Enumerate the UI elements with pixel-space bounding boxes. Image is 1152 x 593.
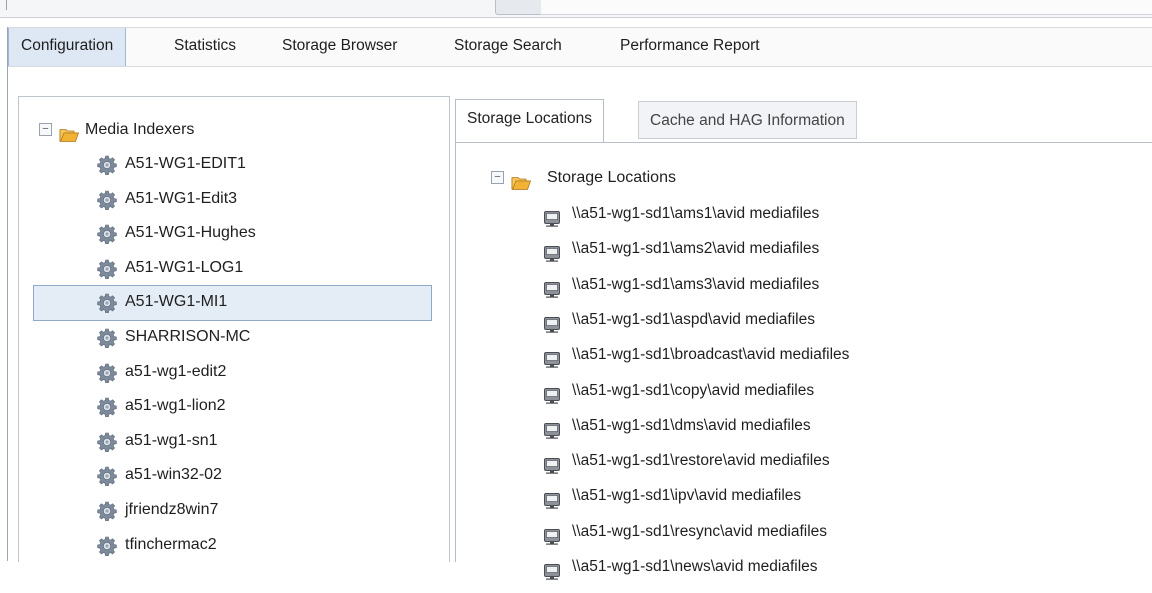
top-strip	[0, 0, 1152, 18]
network-drive-icon	[544, 347, 560, 363]
storage-location-item[interactable]: \\a51-wg1-sd1\aspd\avid mediafiles	[544, 303, 1104, 337]
top-field	[541, 0, 1152, 15]
tree-item-indexer[interactable]: a51-wg1-edit2	[97, 355, 427, 389]
folder-open-icon	[511, 170, 531, 186]
storage-location-item[interactable]: \\a51-wg1-sd1\ams2\avid mediafiles	[544, 232, 1104, 266]
storage-location-item[interactable]: \\a51-wg1-sd1\ams1\avid mediafiles	[544, 197, 1104, 231]
storage-location-item[interactable]: \\a51-wg1-sd1\ams3\avid mediafiles	[544, 268, 1104, 302]
tree-item-indexer[interactable]: jfriendz8win7	[97, 493, 427, 527]
gear-icon	[97, 535, 117, 555]
storage-location-path: \\a51-wg1-sd1\copy\avid mediafiles	[572, 381, 815, 399]
indexer-label: A51-WG1-MI1	[125, 293, 228, 311]
menu-performance-report[interactable]: Performance Report	[620, 28, 760, 66]
gear-icon	[97, 154, 117, 174]
storage-location-item[interactable]: \\a51-wg1-sd1\resync\avid mediafiles	[544, 515, 1104, 549]
indexer-label: A51-WG1-Hughes	[125, 224, 256, 242]
storage-location-path: \\a51-wg1-sd1\ams1\avid mediafiles	[572, 205, 820, 222]
gear-icon	[97, 465, 117, 485]
storage-location-item[interactable]: \\a51-wg1-sd1\copy\avid mediafiles	[544, 374, 1104, 408]
gear-icon	[97, 431, 117, 451]
network-drive-icon	[544, 488, 560, 504]
collapse-icon[interactable]: −	[39, 123, 52, 136]
tab-storage-locations[interactable]: Storage Locations	[455, 99, 604, 143]
storage-location-item[interactable]: \\a51-wg1-sd1\broadcast\avid mediafiles	[544, 338, 1104, 372]
menubar: Configuration Statistics Storage Browser…	[8, 27, 1152, 67]
tree-item-indexer[interactable]: a51-wg1-lion2	[97, 389, 427, 423]
storage-location-path: \\a51-wg1-sd1\broadcast\avid mediafiles	[572, 346, 850, 364]
window-left-border	[7, 27, 8, 561]
splitter-handle[interactable]	[495, 0, 543, 15]
storage-location-item[interactable]: \\a51-wg1-sd1\restore\avid mediafiles	[544, 444, 1104, 478]
storage-location-item[interactable]: \\a51-wg1-sd1\news\avid mediafiles	[544, 550, 1104, 584]
folder-open-icon	[59, 122, 79, 138]
indexer-label: SHARRISON-MC	[125, 328, 251, 345]
network-drive-icon	[544, 277, 560, 293]
network-drive-icon	[544, 206, 560, 222]
window-edge	[6, 0, 7, 10]
gear-icon	[97, 327, 117, 347]
media-indexers-panel: − Media Indexers A51-WG1-EDIT1 A51-WG1-Edit…	[18, 96, 450, 562]
network-drive-icon	[544, 241, 560, 257]
tree-item-indexer[interactable]: tfinchermac2	[97, 528, 427, 562]
tree-item-indexer[interactable]: A51-WG1-MI1	[97, 285, 427, 319]
network-drive-icon	[544, 383, 560, 399]
tab-cache-hag-information[interactable]: Cache and HAG Information	[638, 101, 857, 139]
gear-icon	[97, 292, 117, 312]
gear-icon	[97, 500, 117, 520]
storage-location-path: \\a51-wg1-sd1\ams3\avid mediafiles	[572, 275, 820, 293]
indexer-label: A51-WG1-LOG1	[125, 258, 244, 276]
tree-item-indexer[interactable]: A51-WG1-Hughes	[97, 216, 427, 250]
storage-root-label: Storage Locations	[547, 169, 676, 186]
tree-item-indexer[interactable]: A51-WG1-EDIT1	[97, 147, 427, 181]
storage-location-path: \\a51-wg1-sd1\aspd\avid mediafiles	[572, 310, 815, 328]
collapse-icon[interactable]: −	[491, 171, 504, 184]
tree-root-media-indexers[interactable]: − Media Indexers	[37, 113, 437, 147]
network-drive-icon	[544, 559, 560, 575]
indexer-label: a51-wg1-lion2	[125, 397, 226, 415]
network-drive-icon	[544, 524, 560, 540]
storage-location-path: \\a51-wg1-sd1\ipv\avid mediafiles	[572, 487, 802, 505]
menu-configuration[interactable]: Configuration	[8, 28, 127, 66]
storage-location-path: \\a51-wg1-sd1\news\avid mediafiles	[572, 558, 818, 575]
storage-location-item[interactable]: \\a51-wg1-sd1\dms\avid mediafiles	[544, 409, 1104, 443]
network-drive-icon	[544, 453, 560, 469]
storage-location-path: \\a51-wg1-sd1\dms\avid mediafiles	[572, 416, 811, 434]
menu-storage-browser[interactable]: Storage Browser	[282, 28, 397, 66]
menu-storage-search[interactable]: Storage Search	[454, 28, 562, 66]
tree-item-indexer[interactable]: a51-win32-02	[97, 458, 427, 492]
network-drive-icon	[544, 418, 560, 434]
tree-item-indexer[interactable]: a51-wg1-sn1	[97, 424, 427, 458]
indexer-label: jfriendz8win7	[125, 501, 219, 518]
tree-root-storage-locations[interactable]: − Storage Locations	[491, 161, 891, 195]
storage-locations-panel: − Storage Locations \\a51-wg1-sd1\ams1\avi…	[455, 142, 1152, 562]
tree-item-indexer[interactable]: A51-WG1-LOG1	[97, 251, 427, 285]
tree-item-indexer[interactable]: A51-WG1-Edit3	[97, 182, 427, 216]
indexer-label: tfinchermac2	[125, 535, 217, 553]
menu-statistics[interactable]: Statistics	[174, 28, 236, 66]
storage-location-path: \\a51-wg1-sd1\ams2\avid mediafiles	[572, 240, 820, 258]
indexer-label: A51-WG1-Edit3	[125, 189, 238, 207]
gear-icon	[97, 189, 117, 209]
tree-item-indexer[interactable]: SHARRISON-MC	[97, 320, 427, 354]
storage-location-path: \\a51-wg1-sd1\restore\avid mediafiles	[572, 452, 830, 470]
gear-icon	[97, 396, 117, 416]
indexer-label: A51-WG1-EDIT1	[125, 155, 246, 172]
indexer-label: a51-win32-02	[125, 466, 222, 484]
network-drive-icon	[544, 312, 560, 328]
gear-icon	[97, 258, 117, 278]
storage-location-item[interactable]: \\a51-wg1-sd1\ipv\avid mediafiles	[544, 479, 1104, 513]
tab-strip: Storage Locations Cache and HAG Informat…	[455, 99, 1152, 143]
indexer-label: a51-wg1-sn1	[125, 431, 218, 449]
indexer-label: a51-wg1-edit2	[125, 362, 227, 380]
storage-location-path: \\a51-wg1-sd1\resync\avid mediafiles	[572, 522, 828, 540]
gear-icon	[97, 362, 117, 382]
gear-icon	[97, 223, 117, 243]
tree-root-label: Media Indexers	[85, 121, 195, 138]
